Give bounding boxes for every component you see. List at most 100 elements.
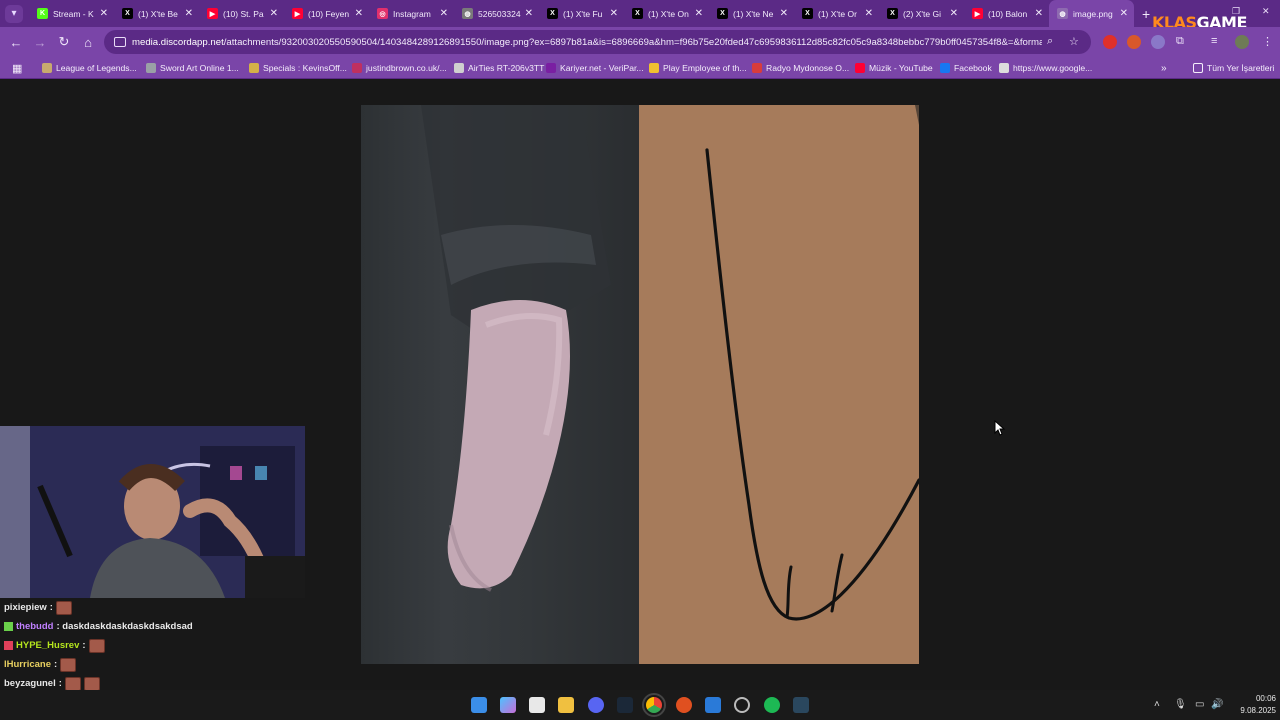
chat-text: : (58, 678, 62, 689)
home-button[interactable]: ⌂ (76, 35, 100, 50)
store-icon[interactable] (529, 697, 545, 713)
steam-alt-icon[interactable] (793, 697, 809, 713)
chat-username[interactable]: pixiepiew (4, 602, 47, 613)
bookmark-item[interactable]: Sword Art Online 1... (146, 61, 239, 75)
tab-0[interactable]: K Stream - K ✕ (29, 0, 114, 27)
bookmark-item[interactable]: justindbrown.co.uk/... (352, 61, 447, 75)
chat-emote-icon (64, 676, 81, 691)
tab-title: (1) X'te Or (818, 8, 857, 19)
tab-11[interactable]: ▶ (10) Balon ✕ (964, 0, 1049, 27)
site-info-icon[interactable] (114, 37, 126, 47)
extensions-puzzle-icon[interactable]: ⧉ (1176, 35, 1184, 48)
bookmark-item[interactable]: https://www.google... (999, 61, 1092, 75)
photos-icon[interactable] (705, 697, 721, 713)
apps-grid-icon[interactable]: ▦ (12, 61, 22, 75)
back-button[interactable]: ← (4, 35, 28, 50)
settings-icon[interactable] (734, 697, 750, 713)
tab-7[interactable]: X (1) X'te On ✕ (624, 0, 709, 27)
chat-username[interactable]: thebudd (16, 621, 53, 632)
chat-username[interactable]: lHurricane (4, 659, 51, 670)
tab-close-icon[interactable]: ✕ (185, 8, 193, 19)
discord-icon[interactable] (588, 697, 604, 713)
tab-close-icon[interactable]: ✕ (100, 8, 108, 19)
copilot-icon[interactable] (500, 697, 516, 713)
stream-chat: pixiepiew: thebudd: daskdaskdaskdaskdsakd… (4, 598, 304, 693)
extension-icon-1[interactable] (1103, 35, 1117, 49)
more-menu-icon[interactable]: ⋮ (1262, 35, 1273, 48)
zoom-icon[interactable]: ⌕ (1047, 35, 1053, 48)
bookmark-item[interactable]: Play Employee of th... (649, 61, 747, 75)
tab-close-icon[interactable]: ✕ (610, 8, 618, 19)
bookmark-favicon-icon (352, 63, 362, 73)
extension-icon-3[interactable] (1151, 35, 1165, 49)
tray-chevron-icon[interactable]: ˄ (1154, 699, 1160, 710)
steam-icon[interactable] (617, 697, 633, 713)
tab-12[interactable]: ◍ image.png ✕ (1049, 0, 1134, 27)
tab-search-icon[interactable]: ▾ (5, 4, 23, 23)
tab-strip: ▾ K Stream - K ✕ X (1) X'te Be ✕ ▶ (10) St. Pa ✕… (0, 0, 1280, 27)
app-icon-orange[interactable] (676, 697, 692, 713)
all-bookmarks-folder[interactable]: Tüm Yer İşaretleri (1193, 61, 1274, 75)
chat-emote-icon (55, 600, 72, 615)
tab-close-icon[interactable]: ✕ (695, 8, 703, 19)
bookmark-item[interactable]: AirTies RT-206v3TT (454, 61, 544, 75)
tab-1[interactable]: X (1) X'te Be ✕ (114, 0, 199, 27)
bookmark-star-icon[interactable]: ☆ (1069, 35, 1079, 48)
start-menu-icon[interactable] (471, 697, 487, 713)
chat-text: : daskdaskdaskdaskdsakdsad (56, 621, 193, 632)
tab-8[interactable]: X (1) X'te Ne ✕ (709, 0, 794, 27)
extension-icon-2[interactable] (1127, 35, 1141, 49)
tab-5[interactable]: ◍ 526503324 ✕ (454, 0, 539, 27)
tab-2[interactable]: ▶ (10) St. Pa ✕ (199, 0, 284, 27)
chat-username[interactable]: beyzagunel (4, 678, 56, 689)
tab-title: Instagram (393, 8, 431, 19)
tab-close-icon[interactable]: ✕ (525, 8, 533, 19)
youtube-icon: ▶ (207, 8, 218, 19)
tab-close-icon[interactable]: ✕ (270, 8, 278, 19)
chat-username[interactable]: HYPE_Husrev (16, 640, 79, 651)
address-bar[interactable]: media.discordapp.net/attachments/9320030… (104, 30, 1091, 54)
tab-close-icon[interactable]: ✕ (1120, 8, 1128, 19)
tab-close-icon[interactable]: ✕ (440, 8, 448, 19)
tab-10[interactable]: X (2) X'te Gi ✕ (879, 0, 964, 27)
bookmark-item[interactable]: Kariyer.net - VeriPar... (546, 61, 644, 75)
tab-3[interactable]: ▶ (10) Feyen ✕ (284, 0, 369, 27)
tab-4[interactable]: ◎ Instagram ✕ (369, 0, 454, 27)
bookmark-label: Radyo Mydonose O... (766, 63, 850, 73)
chat-badge-icon (4, 641, 13, 650)
bookmark-item[interactable]: Radyo Mydonose O... (752, 61, 849, 75)
bookmark-item[interactable]: Specials : KevinsOff... (249, 61, 347, 75)
bookmark-item[interactable]: Facebook (940, 61, 992, 75)
bookmark-favicon-icon (546, 63, 556, 73)
volume-icon[interactable]: 🔊 (1211, 699, 1223, 710)
tab-close-icon[interactable]: ✕ (865, 8, 873, 19)
tab-close-icon[interactable]: ✕ (355, 8, 363, 19)
more-bookmarks-icon[interactable]: » (1161, 61, 1167, 75)
tab-9[interactable]: X (1) X'te Or ✕ (794, 0, 879, 27)
forward-button[interactable]: → (28, 35, 52, 50)
chat-message: pixiepiew: (4, 598, 304, 617)
media-controls-icon[interactable]: ≡ (1211, 35, 1217, 47)
network-icon[interactable]: ▭ (1195, 699, 1204, 710)
bookmark-item[interactable]: League of Legends... (42, 61, 137, 75)
tab-6[interactable]: X (1) X'te Fu ✕ (539, 0, 624, 27)
spotify-icon[interactable] (764, 697, 780, 713)
new-tab-button[interactable]: + (1142, 6, 1150, 22)
chrome-icon[interactable] (642, 693, 666, 717)
x-icon: X (717, 8, 728, 19)
close-window-icon[interactable]: ✕ (1262, 6, 1270, 17)
bookmarks-bar: ▦ » Tüm Yer İşaretleri League of Legends… (0, 57, 1280, 79)
bookmark-favicon-icon (249, 63, 259, 73)
profile-avatar[interactable] (1235, 35, 1249, 49)
tab-close-icon[interactable]: ✕ (950, 8, 958, 19)
file-explorer-icon[interactable] (558, 697, 574, 713)
windows-taskbar: ˄ 🎙 ▭ 🔊 (0, 690, 1280, 720)
system-clock[interactable]: 00:06 9.08.2025 (1226, 693, 1276, 717)
bookmark-item[interactable]: Müzik - YouTube (855, 61, 933, 75)
reload-button[interactable]: ↻ (52, 34, 76, 50)
bookmark-label: Sword Art Online 1... (160, 63, 239, 73)
tab-close-icon[interactable]: ✕ (1035, 8, 1043, 19)
tab-list: K Stream - K ✕ X (1) X'te Be ✕ ▶ (10) St. Pa ✕ ▶ (… (29, 0, 1134, 27)
tab-close-icon[interactable]: ✕ (780, 8, 788, 19)
microphone-icon[interactable]: 🎙 (1174, 699, 1187, 710)
